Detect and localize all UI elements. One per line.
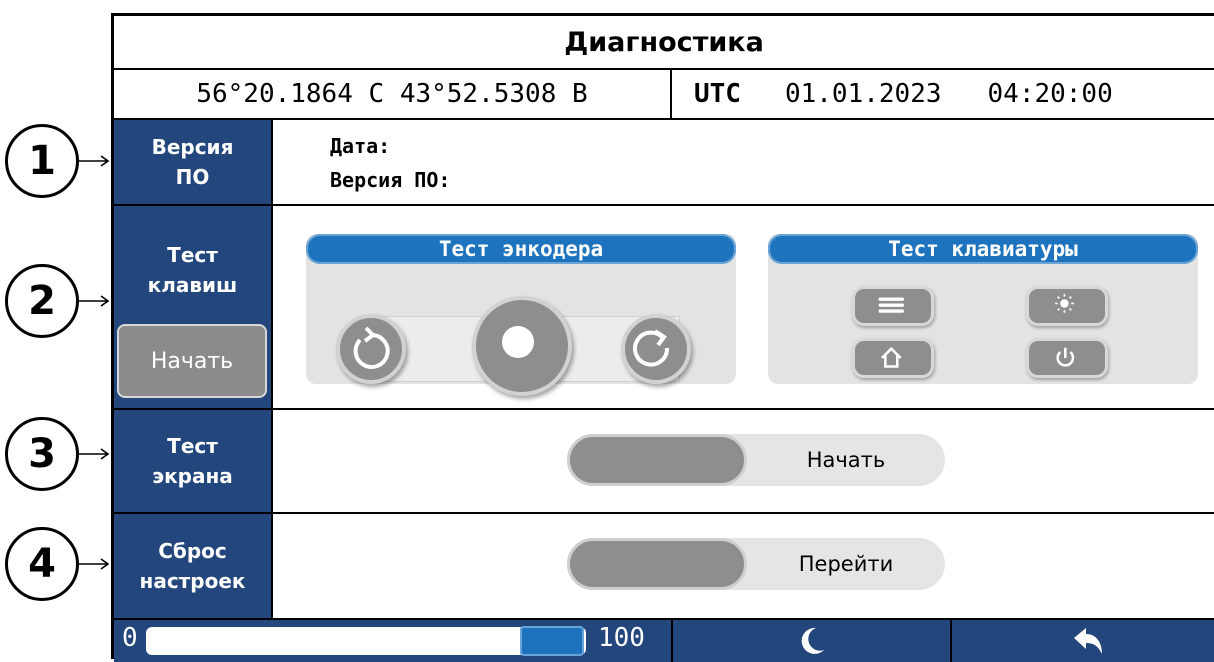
utc-label: UTC [694, 79, 741, 109]
section-keys-test: Тест клавиш Начать Тест энкодера Тест кл… [114, 206, 1214, 410]
power-icon [1026, 338, 1108, 378]
encoder-test-panel: Тест энкодера [306, 234, 736, 396]
keyboard-test-panel: Тест клавиатуры [768, 234, 1198, 384]
rotate-left-icon [336, 314, 406, 384]
callout-arrow-2 [79, 295, 110, 307]
toggle-knob [567, 538, 747, 590]
callout-marker-1: 1 [5, 124, 79, 198]
section-screen-test: Тест экрана Начать [114, 410, 1214, 514]
section-label-software-version: Версия ПО [114, 120, 273, 204]
section-label-line: клавиш [147, 273, 238, 297]
utc-readout: UTC 01.01.2023 04:20:00 [674, 70, 1214, 118]
start-screen-test-button[interactable]: Начать [567, 434, 945, 486]
status-bar: 0 100 [114, 620, 1214, 662]
callout-arrow-1 [79, 155, 110, 167]
section-label-line: настроек [139, 569, 246, 593]
section-label-screen-test: Тест экрана [114, 410, 273, 512]
start-keys-test-button[interactable]: Начать [117, 324, 267, 398]
date-label: Дата: [330, 134, 391, 158]
reset-settings-button[interactable]: Перейти [567, 538, 945, 590]
section-label-line: Тест [167, 434, 218, 458]
brightness-icon [1026, 286, 1108, 326]
status-divider [950, 620, 952, 662]
keyboard-test-title: Тест клавиатуры [768, 234, 1198, 264]
page-title: Диагностика [114, 16, 1214, 70]
section-label-line: ПО [175, 165, 210, 189]
position-row: 56°20.1864 С 43°52.5308 В UTC 01.01.2023… [114, 70, 1214, 120]
home-icon [852, 338, 934, 378]
callout-arrow-3 [79, 448, 110, 460]
coordinates-readout: 56°20.1864 С 43°52.5308 В [114, 70, 672, 118]
reset-settings-label: Перейти [798, 552, 894, 576]
back-arrow-icon[interactable] [1070, 624, 1106, 658]
slider-min-label: 0 [122, 623, 138, 653]
start-screen-test-label: Начать [806, 448, 886, 472]
section-reset-settings: Сброс настроек Перейти [114, 514, 1214, 620]
callout-marker-4: 4 [5, 527, 79, 601]
section-label-keys-test: Тест клавиш Начать [114, 206, 273, 408]
section-software-version: Версия ПО Дата: Версия ПО: [114, 120, 1214, 206]
utc-time: 04:20:00 [987, 79, 1113, 109]
section-label-line: экрана [152, 464, 233, 488]
callout-marker-2: 2 [5, 264, 79, 338]
diagnostics-screen: Диагностика 56°20.1864 С 43°52.5308 В UT… [111, 13, 1214, 662]
utc-date: 01.01.2023 [784, 79, 942, 109]
slider-max-label: 100 [598, 623, 645, 653]
section-label-line: Тест [167, 243, 218, 267]
section-label-reset-settings: Сброс настроек [114, 514, 273, 618]
rotate-right-icon [621, 314, 691, 384]
callout-marker-3: 3 [5, 417, 79, 491]
brightness-slider-handle[interactable] [520, 626, 584, 656]
toggle-knob [567, 434, 747, 486]
status-divider [671, 620, 673, 662]
section-label-line: Сброс [158, 539, 227, 563]
section-label-line: Версия [151, 135, 234, 159]
moon-icon[interactable] [794, 624, 830, 658]
version-label: Версия ПО: [330, 168, 451, 192]
menu-icon [852, 286, 934, 326]
encoder-press-icon [472, 296, 572, 396]
callout-arrow-4 [79, 558, 110, 570]
encoder-test-title: Тест энкодера [306, 234, 736, 264]
